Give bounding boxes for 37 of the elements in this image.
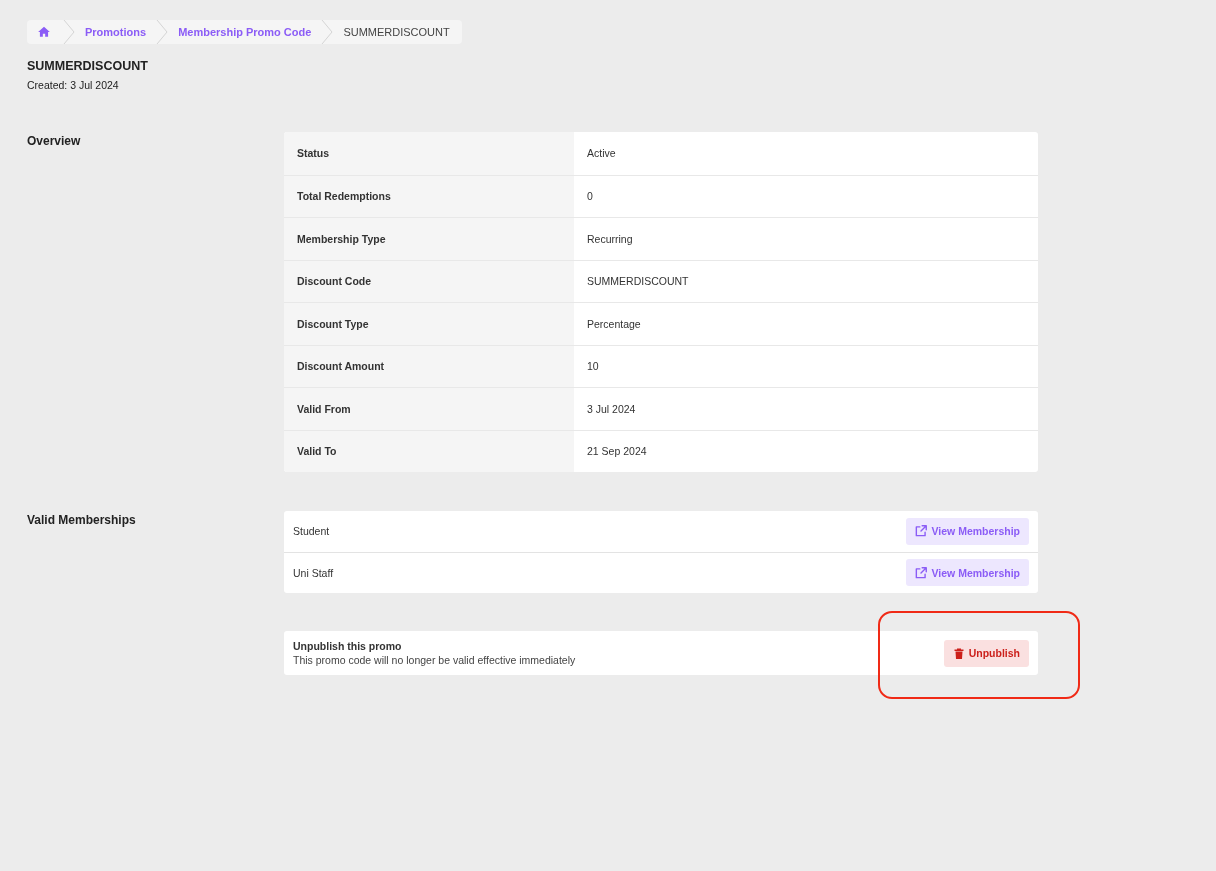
chevron-icon [321,20,334,44]
field-value: 10 [586,359,600,375]
view-membership-button[interactable]: View Membership [906,517,1029,545]
membership-name: Uni Staff [293,566,334,579]
breadcrumb-current: SUMMERDISCOUNT [343,26,450,38]
field-value: 3 Jul 2024 [586,401,637,417]
section-heading: Overview [27,133,82,150]
field-label: Status [284,132,574,175]
external-link-icon [914,524,929,539]
field-value: Recurring [586,231,634,247]
field-value: SUMMERDISCOUNT [586,274,690,290]
trash-icon [952,646,965,660]
field-label: Discount Code [284,260,574,302]
field-value: 21 Sep 2024 [586,444,648,460]
chevron-icon [63,20,75,44]
breadcrumb-link[interactable]: Membership Promo Code [178,26,312,38]
external-link-icon [914,565,929,580]
section-heading: Valid Memberships [27,512,137,529]
unpublish-button[interactable]: Unpublish [943,639,1029,667]
home-icon[interactable] [37,25,51,39]
breadcrumb-link[interactable]: Promotions [85,26,147,38]
field-label: Valid To [284,430,574,472]
field-label: Total Redemptions [284,175,574,217]
created-date: Created: 3 Jul 2024 [27,79,120,91]
view-membership-button[interactable]: View Membership [906,559,1029,587]
field-label: Membership Type [284,218,574,260]
field-value: Active [586,146,617,162]
page-title: SUMMERDISCOUNT [27,59,149,73]
field-label: Discount Type [284,303,574,345]
membership-name: Student [293,525,330,538]
chevron-icon [156,20,169,44]
field-value: Percentage [586,316,642,332]
unpublish-title: Unpublish this promo [293,640,403,652]
field-value: 0 [586,189,594,205]
unpublish-description: This promo code will no longer be valid effective immediately [293,654,576,666]
field-label: Discount Amount [284,345,574,387]
field-label: Valid From [284,388,574,430]
